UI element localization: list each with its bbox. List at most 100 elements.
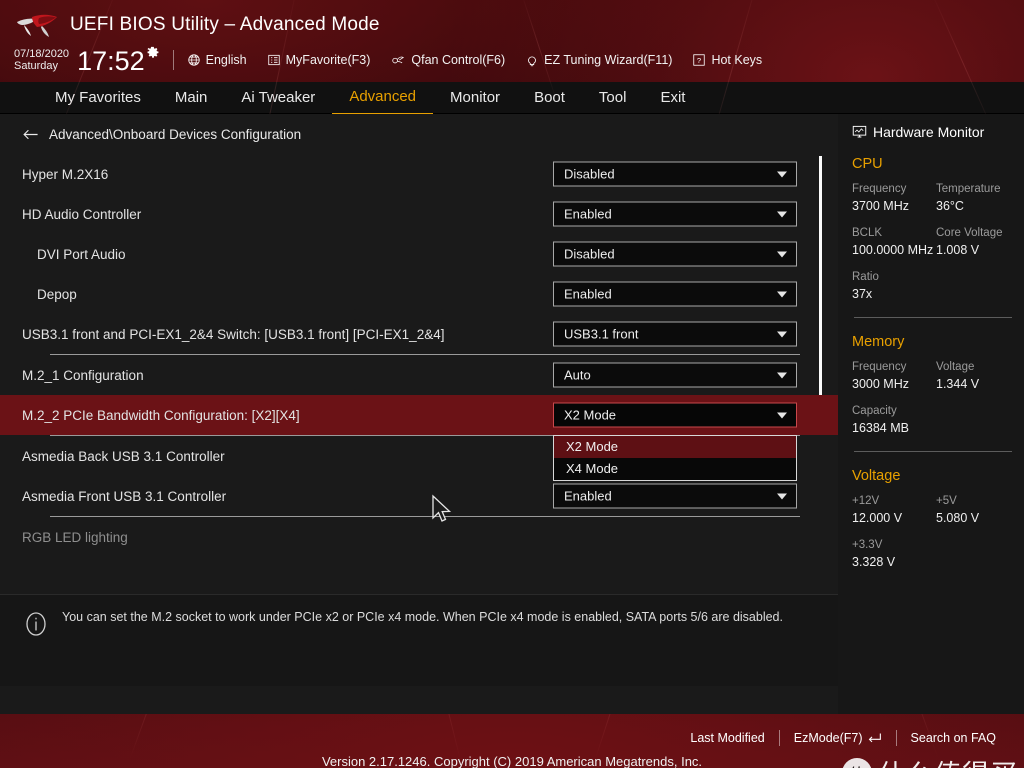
setting-value: Enabled [564,488,612,504]
footer: Last Modified EzMode(F7) Search on FAQ V… [0,714,1024,768]
dropdown-options-list[interactable]: X2 Mode X4 Mode [553,435,797,481]
setting-row-hyper-m2x16[interactable]: Hyper M.2X16 Disabled [0,154,838,194]
dropdown-option-x4-mode[interactable]: X4 Mode [554,458,796,480]
hw-memory-row-2: Capacity 16384 MB [852,403,1024,437]
hw-key: Core Voltage [936,227,1003,239]
language-button[interactable]: English [187,53,247,67]
hw-key: Temperature [936,183,1001,195]
hw-section-cpu-title: CPU [852,156,883,172]
setting-label: USB3.1 front and PCI-EX1_2&4 Switch: [US… [22,326,445,342]
setting-row-hd-audio-controller[interactable]: HD Audio Controller Enabled [0,194,838,234]
setting-row-m2-1-configuration[interactable]: M.2_1 Configuration Auto [0,355,838,395]
hw-divider [854,317,1012,318]
question-box-icon: ? [692,53,706,67]
back-arrow-icon[interactable] [22,128,39,141]
bios-screen: UEFI BIOS Utility – Advanced Mode 07/18/… [0,0,1024,768]
hw-value: 12.000 V [852,511,903,525]
tab-main[interactable]: Main [158,82,225,114]
tab-my-favorites[interactable]: My Favorites [38,82,158,114]
hw-cpu-row-1: Frequency 3700 MHz Temperature 36°C [852,181,1024,215]
myfavorite-label: MyFavorite(F3) [285,53,371,67]
ez-tuning-wizard-button[interactable]: EZ Tuning Wizard(F11) [525,53,672,68]
setting-dropdown[interactable]: Disabled [553,241,797,267]
enter-arrow-icon [867,732,882,745]
setting-dropdown-open[interactable]: X2 Mode [553,402,797,428]
ezmode-button[interactable]: EzMode(F7) [780,731,896,745]
watermark-badge: 值 [842,757,872,768]
watermark: 值 什么值得买 [842,753,1018,768]
hw-value: 36°C [936,199,964,213]
gear-icon[interactable] [146,46,160,65]
hw-key: Frequency [852,183,907,195]
last-modified-button[interactable]: Last Modified [676,731,778,745]
hw-value: 100.0000 MHz [852,243,934,257]
clock-text: 17:52 [77,45,145,76]
setting-value: Auto [564,367,591,383]
setting-dropdown[interactable]: Enabled [553,201,797,227]
setting-label: Asmedia Front USB 3.1 Controller [22,488,227,504]
setting-row-dvi-port-audio[interactable]: DVI Port Audio Disabled [0,234,838,274]
hw-key: Ratio [852,271,879,283]
hw-key: +12V [852,495,880,507]
tab-ai-tweaker[interactable]: Ai Tweaker [224,82,332,114]
breadcrumb-path: Advanced\Onboard Devices Configuration [49,126,302,142]
chevron-down-icon [777,412,787,418]
setting-value: X2 Mode [564,407,617,423]
hw-value: 1.008 V [936,243,980,257]
setting-value: USB3.1 front [564,326,639,342]
header: UEFI BIOS Utility – Advanced Mode 07/18/… [0,0,1024,82]
hw-section-voltage-title: Voltage [852,468,901,484]
myfavorite-button[interactable]: MyFavorite(F3) [267,53,371,67]
setting-row-rgb-led-lighting[interactable]: RGB LED lighting [0,517,838,557]
hot-keys-button[interactable]: ? Hot Keys [692,53,762,67]
hw-value: 3700 MHz [852,199,909,213]
fan-icon [390,53,406,67]
hw-divider [854,451,1012,452]
setting-dropdown[interactable]: USB3.1 front [553,321,797,347]
hw-key: BCLK [852,227,883,239]
header-toolbar: 07/18/2020 Saturday 17:52 English MyFavo… [0,40,1024,80]
setting-dropdown[interactable]: Disabled [553,161,797,187]
setting-label: HD Audio Controller [22,206,142,222]
title-row: UEFI BIOS Utility – Advanced Mode [0,0,1024,40]
datetime: 07/18/2020 Saturday 17:52 [14,46,160,75]
hw-voltage-row-2: +3.3V 3.328 V [852,537,1024,571]
hot-keys-label: Hot Keys [711,53,763,67]
setting-row-usb31-front-switch[interactable]: USB3.1 front and PCI-EX1_2&4 Switch: [US… [0,314,838,354]
search-on-faq-button[interactable]: Search on FAQ [897,731,1010,745]
tab-advanced[interactable]: Advanced [332,81,434,115]
tab-monitor[interactable]: Monitor [433,82,517,114]
setting-label: M.2_2 PCIe Bandwidth Configuration: [X2]… [22,407,300,423]
setting-row-depop[interactable]: Depop Enabled [0,274,838,314]
setting-dropdown[interactable]: Enabled [553,483,797,509]
setting-label: DVI Port Audio [37,246,126,262]
rog-eye-logo [14,12,60,38]
dropdown-option-x2-mode[interactable]: X2 Mode [554,436,796,458]
setting-row-m2-2-pcie-bandwidth[interactable]: M.2_2 PCIe Bandwidth Configuration: [X2]… [0,395,838,435]
globe-icon [187,53,201,67]
hw-key: Capacity [852,405,897,417]
setting-value: Disabled [564,246,615,262]
qfan-control-label: Qfan Control(F6) [411,53,506,67]
setting-label: Hyper M.2X16 [22,166,109,182]
chevron-down-icon [777,211,787,217]
setting-row-asmedia-front-usb[interactable]: Asmedia Front USB 3.1 Controller Enabled [0,476,838,516]
setting-label: RGB LED lighting [22,529,128,545]
tab-tool[interactable]: Tool [582,82,644,114]
breadcrumb: Advanced\Onboard Devices Configuration [0,114,838,154]
setting-dropdown[interactable]: Auto [553,362,797,388]
hw-memory-row-1: Frequency 3000 MHz Voltage 1.344 V [852,359,1024,393]
tab-boot[interactable]: Boot [517,82,582,114]
settings-panel: Advanced\Onboard Devices Configuration H… [0,114,838,714]
setting-dropdown[interactable]: Enabled [553,281,797,307]
tab-exit[interactable]: Exit [643,82,702,114]
main-nav: My Favorites Main Ai Tweaker Advanced Mo… [0,81,1024,115]
chevron-down-icon [777,331,787,337]
chevron-down-icon [777,493,787,499]
hw-section-memory-title: Memory [852,334,905,350]
chevron-down-icon [777,171,787,177]
qfan-control-button[interactable]: Qfan Control(F6) [390,53,505,67]
monitor-icon [852,125,867,139]
setting-label: Asmedia Back USB 3.1 Controller [22,448,225,464]
ezmode-label: EzMode(F7) [793,731,863,745]
